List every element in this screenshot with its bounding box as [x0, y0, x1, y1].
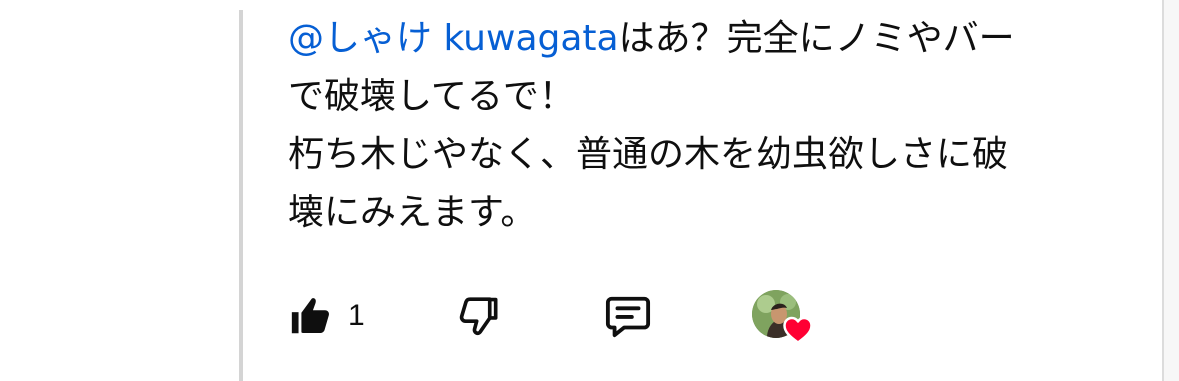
dislike-button[interactable]: [456, 290, 502, 342]
thumbs-up-icon: [288, 293, 334, 339]
reply-comment-icon: [602, 293, 654, 339]
creator-heart-badge: [752, 290, 813, 348]
like-count: 1: [348, 299, 365, 332]
comment-body: @しゃけ kuwagataはあ？完全にノミやバー で破壊してるで！ 朽ち木じやな…: [288, 10, 1098, 242]
thread-line: [239, 10, 243, 381]
scrollbar-track[interactable]: [1162, 0, 1179, 381]
like-button[interactable]: 1: [288, 290, 365, 342]
comment-text-line-1: はあ？完全にノミやバー: [618, 18, 1015, 59]
thumbs-down-icon: [456, 293, 502, 339]
mention-link[interactable]: @しゃけ kuwagata: [288, 18, 619, 59]
reply-button[interactable]: [602, 290, 654, 342]
comment-text-line-3: 朽ち木じやなく、普通の木を幼虫欲しさに破: [288, 134, 1009, 175]
comment-text-line-4: 壊にみえます。: [288, 192, 537, 233]
creator-heart-icon: [783, 316, 813, 348]
comment-text-line-2: で破壊してるで！: [288, 76, 575, 117]
comment-line-1: @しゃけ kuwagataはあ？完全にノミやバー: [288, 10, 1098, 68]
